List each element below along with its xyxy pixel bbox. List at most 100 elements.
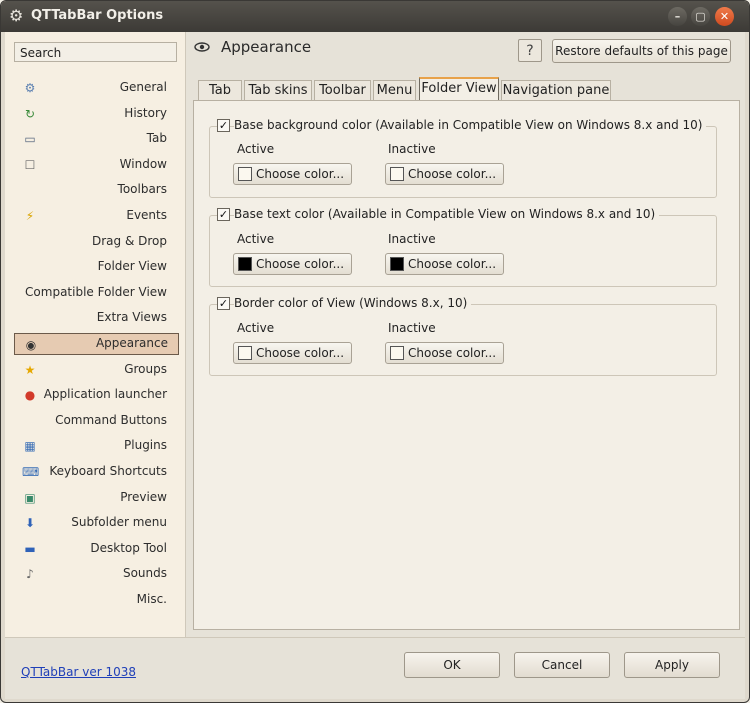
maximize-button[interactable]: ▢ xyxy=(691,7,710,26)
sidebar-item-label: Desktop Tool xyxy=(90,540,167,555)
sidebar-item-label: Compatible Folder View xyxy=(25,284,167,299)
dialog-footer: QTTabBar ver 1038 OK Cancel Apply xyxy=(5,637,745,699)
page-title: Appearance xyxy=(221,38,312,56)
version-link[interactable]: QTTabBar ver 1038 xyxy=(21,665,136,679)
search-input[interactable]: Search xyxy=(14,42,177,62)
tab-navigation-pane[interactable]: Navigation pane xyxy=(501,80,611,101)
sidebar-item-compatible-folder-view[interactable]: Compatible Folder View xyxy=(14,282,179,304)
sidebar-item-keyboard-shortcuts[interactable]: ⌨ Keyboard Shortcuts xyxy=(14,461,179,483)
tab-tab-skins[interactable]: Tab skins xyxy=(244,80,312,101)
sidebar-item-application-launcher[interactable]: ● Application launcher xyxy=(14,384,179,406)
tab-menu[interactable]: Menu xyxy=(373,80,416,101)
sidebar-item-label: Tab xyxy=(146,131,167,146)
sidebar-item-label: Keyboard Shortcuts xyxy=(49,464,167,478)
window-title: QTTabBar Options xyxy=(31,8,164,23)
choose-color-label: Choose color... xyxy=(256,257,345,271)
ok-button[interactable]: OK xyxy=(404,652,500,678)
sidebar-item-general[interactable]: ⚙ General xyxy=(14,77,179,99)
restore-defaults-button[interactable]: Restore defaults of this page xyxy=(552,39,731,63)
sidebar-item-label: General xyxy=(119,80,167,94)
apply-button[interactable]: Apply xyxy=(624,652,720,678)
sidebar-item-label: Window xyxy=(119,156,167,171)
tab-folder-view[interactable]: Folder View xyxy=(419,77,499,101)
color-swatch xyxy=(390,167,404,181)
sidebar-item-drag-drop[interactable]: Drag & Drop xyxy=(14,231,179,253)
options-window: ⚙ QTTabBar Options – ▢ ✕ Search ⚙ General… xyxy=(0,0,750,703)
choose-color-label: Choose color... xyxy=(408,167,497,181)
group-base-text-color xyxy=(209,215,717,287)
active-label: Active xyxy=(237,142,275,156)
sidebar-item-groups[interactable]: ★ Groups xyxy=(14,359,179,381)
keyboard-icon: ⌨ xyxy=(22,465,40,479)
tab-tab[interactable]: Tab xyxy=(198,80,242,101)
sidebar-item-label: Groups xyxy=(124,361,167,376)
sidebar-item-label: Appearance xyxy=(95,336,168,350)
sidebar-item-preview[interactable]: ▣ Preview xyxy=(14,487,179,509)
sidebar-item-sounds[interactable]: ♪ Sounds xyxy=(14,563,179,585)
cancel-button[interactable]: Cancel xyxy=(514,652,610,678)
sidebar-item-label: Extra Views xyxy=(96,310,167,325)
help-button[interactable]: ? xyxy=(518,39,542,62)
active-label: Active xyxy=(237,321,275,335)
border-color-checkbox[interactable]: ✓ xyxy=(217,297,230,310)
base-text-color-checkbox[interactable]: ✓ xyxy=(217,208,230,221)
inactive-label: Inactive xyxy=(388,232,436,246)
sidebar-item-extra-views[interactable]: Extra Views xyxy=(14,307,179,329)
choose-color-button[interactable]: Choose color... xyxy=(233,163,352,185)
close-button[interactable]: ✕ xyxy=(715,7,734,26)
launcher-icon: ● xyxy=(24,388,36,403)
base-text-color-label: Base text color (Available in Compatible… xyxy=(234,207,660,221)
window-icon: ☐ xyxy=(24,157,36,172)
base-background-color-checkbox[interactable]: ✓ xyxy=(217,119,230,132)
border-color-label: Border color of View (Windows 8.x, 10) xyxy=(234,296,472,310)
title-bar[interactable]: ⚙ QTTabBar Options – ▢ ✕ xyxy=(1,1,749,32)
sidebar-item-label: Application launcher xyxy=(43,387,167,402)
sidebar: Search ⚙ General ↻ History ▭ Tab ☐ Window Toolba… xyxy=(5,32,186,637)
color-swatch xyxy=(238,167,252,181)
sidebar-item-label: Drag & Drop xyxy=(92,233,167,248)
sidebar-item-appearance[interactable]: ◉ Appearance xyxy=(14,333,179,355)
sidebar-item-label: Folder View xyxy=(97,259,167,274)
inactive-label: Inactive xyxy=(388,142,436,156)
sidebar-item-command-buttons[interactable]: Command Buttons xyxy=(14,410,179,432)
group-base-background-color xyxy=(209,126,717,198)
sidebar-item-subfolder-menu[interactable]: ⬇ Subfolder menu xyxy=(14,512,179,534)
history-icon: ↻ xyxy=(24,106,36,121)
sidebar-item-plugins[interactable]: ▦ Plugins xyxy=(14,435,179,457)
plugin-icon: ▦ xyxy=(24,439,36,454)
sidebar-item-label: Preview xyxy=(120,489,167,504)
choose-color-button[interactable]: Choose color... xyxy=(385,342,504,364)
tab-toolbar[interactable]: Toolbar xyxy=(314,80,371,101)
main-panel: Appearance ? Restore defaults of this pa… xyxy=(186,32,745,637)
base-background-color-label: Base background color (Available in Comp… xyxy=(234,118,707,132)
sidebar-item-events[interactable]: ⚡ Events xyxy=(14,205,179,227)
sidebar-item-history[interactable]: ↻ History xyxy=(14,103,179,125)
choose-color-button[interactable]: Choose color... xyxy=(385,253,504,275)
color-swatch xyxy=(390,346,404,360)
subfolder-icon: ⬇ xyxy=(24,516,36,531)
gear-icon: ⚙ xyxy=(9,6,24,25)
choose-color-button[interactable]: Choose color... xyxy=(233,342,352,364)
sidebar-item-tab[interactable]: ▭ Tab xyxy=(14,128,179,150)
choose-color-button[interactable]: Choose color... xyxy=(233,253,352,275)
tab-icon: ▭ xyxy=(24,132,36,147)
minimize-button[interactable]: – xyxy=(668,7,687,26)
choose-color-button[interactable]: Choose color... xyxy=(385,163,504,185)
folder-view-tab-page: ✓ Base background color (Available in Co… xyxy=(193,100,740,630)
eye-icon xyxy=(194,40,212,58)
sidebar-item-label: Toolbars xyxy=(117,182,167,197)
sidebar-item-misc[interactable]: Misc. xyxy=(14,589,179,611)
sidebar-item-toolbars[interactable]: Toolbars xyxy=(14,179,179,201)
choose-color-label: Choose color... xyxy=(408,257,497,271)
color-swatch xyxy=(238,257,252,271)
eye-icon: ◉ xyxy=(25,338,37,352)
sidebar-item-folder-view[interactable]: Folder View xyxy=(14,256,179,278)
star-icon: ★ xyxy=(24,362,36,377)
sidebar-item-label: Subfolder menu xyxy=(71,515,167,530)
sidebar-item-label: Sounds xyxy=(122,566,167,581)
lightning-icon: ⚡ xyxy=(25,209,35,223)
speaker-icon: ♪ xyxy=(26,567,34,582)
sidebar-item-label: Command Buttons xyxy=(55,412,167,427)
sidebar-item-desktop-tool[interactable]: ▬ Desktop Tool xyxy=(14,538,179,560)
sidebar-item-window[interactable]: ☐ Window xyxy=(14,154,179,176)
